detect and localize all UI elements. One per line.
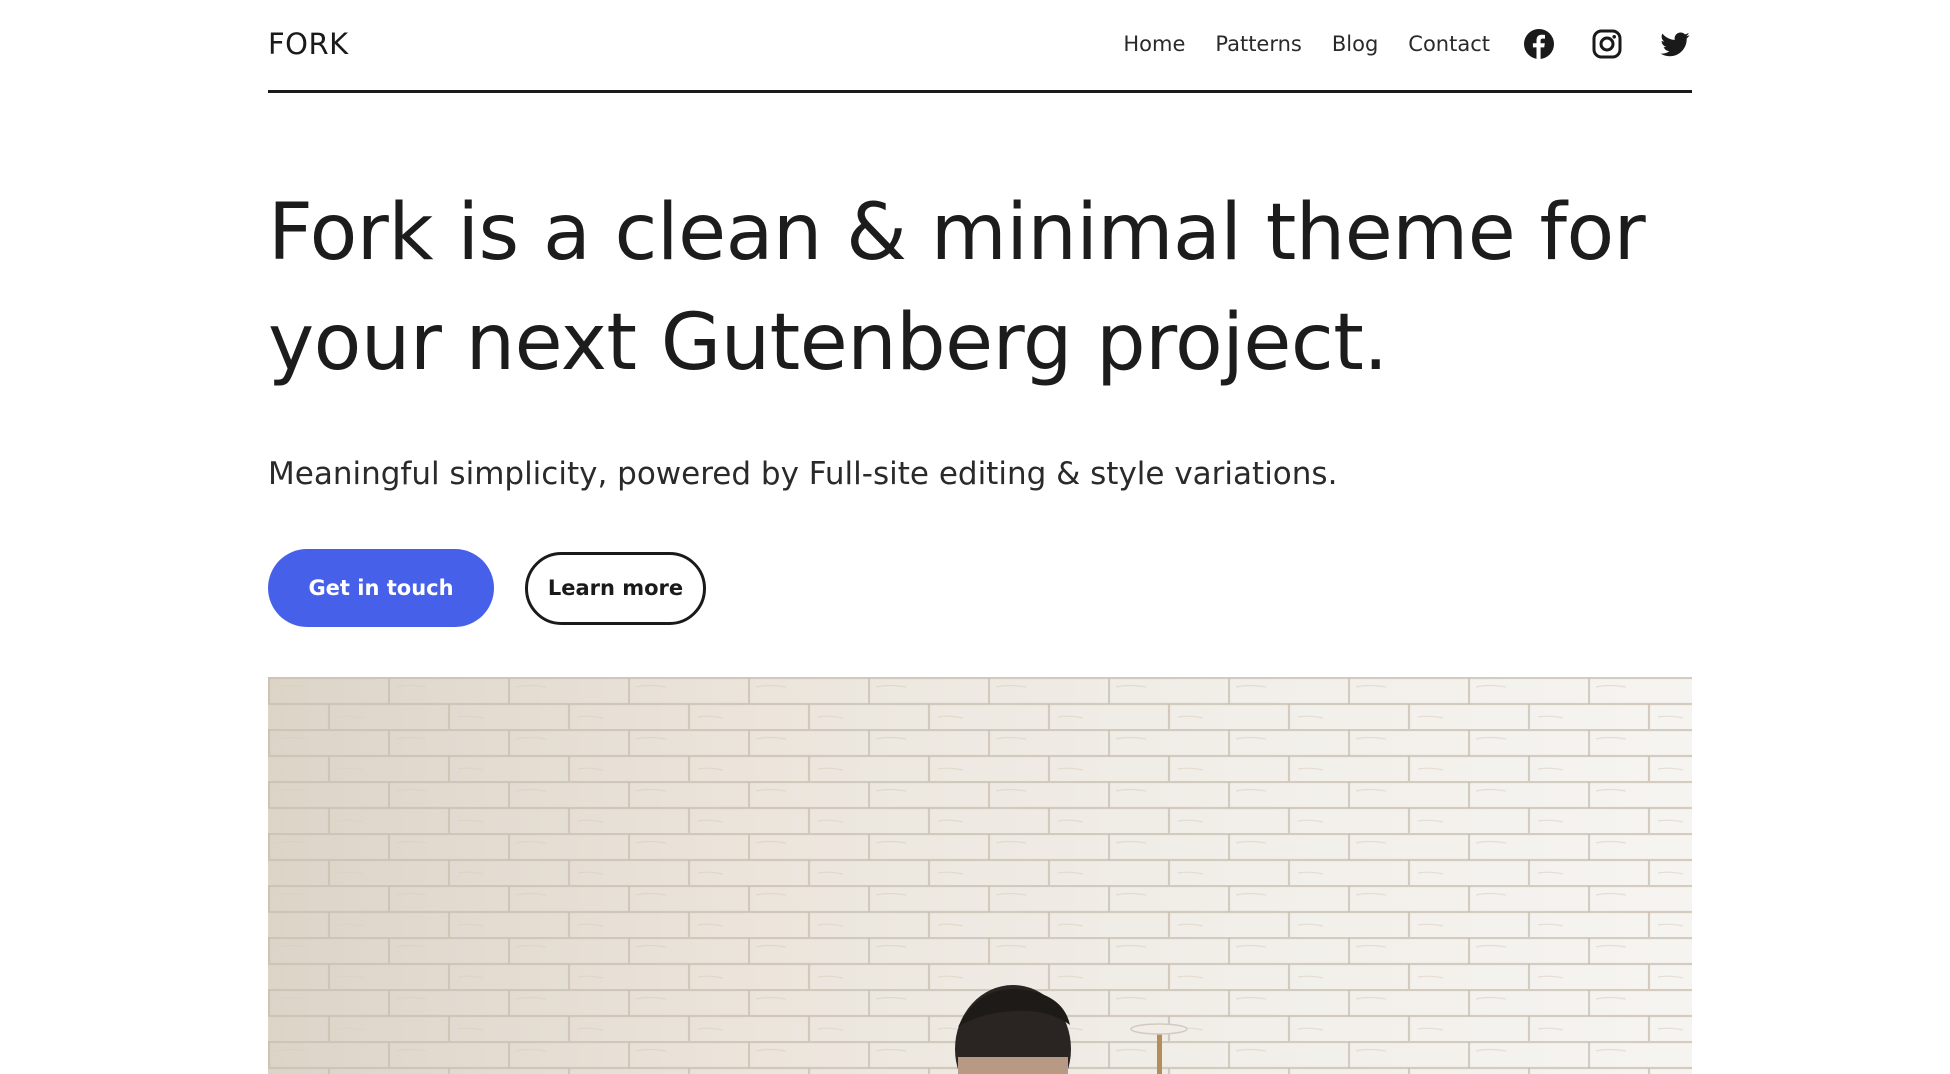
hero-headline: Fork is a clean & minimal theme for your… <box>268 178 1698 398</box>
hero-image <box>268 677 1692 1074</box>
site-title[interactable]: FORK <box>268 24 349 64</box>
nav-link-home[interactable]: Home <box>1123 24 1185 64</box>
main-navigation: Home Patterns Blog Contact <box>1123 24 1692 64</box>
hero-buttons: Get in touch Learn more <box>268 549 706 627</box>
social-links <box>1522 27 1692 61</box>
get-in-touch-button[interactable]: Get in touch <box>268 549 494 627</box>
nav-link-contact[interactable]: Contact <box>1408 24 1490 64</box>
twitter-icon[interactable] <box>1658 27 1692 61</box>
learn-more-button[interactable]: Learn more <box>525 551 706 625</box>
hero-headline-line-2: your next Gutenberg project. <box>268 298 1388 388</box>
facebook-icon[interactable] <box>1522 27 1556 61</box>
brick-wall-photo <box>268 677 1692 1074</box>
nav-link-patterns[interactable]: Patterns <box>1215 24 1302 64</box>
site-header: FORK Home Patterns Blog Contact <box>268 0 1692 93</box>
hero-subheadline: Meaningful simplicity, powered by Full-s… <box>268 456 1338 492</box>
instagram-icon[interactable] <box>1590 27 1624 61</box>
hero-headline-line-1: Fork is a clean & minimal theme for <box>268 188 1646 278</box>
page: FORK Home Patterns Blog Contact Fork is … <box>268 0 1692 1074</box>
nav-link-blog[interactable]: Blog <box>1332 24 1378 64</box>
